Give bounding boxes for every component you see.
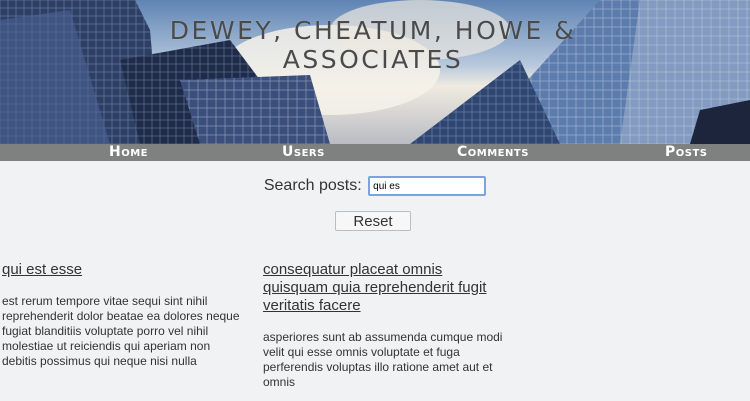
post-title-link[interactable]: qui est esse bbox=[2, 261, 244, 279]
search-row: Search posts: bbox=[0, 176, 750, 196]
post-title-link[interactable]: consequatur placeat omnis quisquam quia … bbox=[263, 261, 505, 315]
nav-posts[interactable]: Posts bbox=[665, 144, 708, 161]
site-title: Dewey, Cheatum, Howe & Associates bbox=[169, 16, 577, 74]
header-banner: Dewey, Cheatum, Howe & Associates bbox=[0, 0, 750, 144]
nav-users[interactable]: Users bbox=[282, 144, 325, 161]
nav-comments[interactable]: Comments bbox=[457, 144, 529, 161]
post-card: qui est esse est rerum tempore vitae seq… bbox=[2, 261, 244, 369]
post-card: consequatur placeat omnis quisquam quia … bbox=[263, 261, 505, 390]
post-body: est rerum tempore vitae sequi sint nihil… bbox=[2, 294, 240, 368]
reset-button[interactable]: Reset bbox=[335, 211, 411, 231]
nav-home[interactable]: Home bbox=[109, 144, 148, 161]
post-body: asperiores sunt ab assumenda cumque modi… bbox=[263, 330, 503, 389]
search-label: Search posts: bbox=[263, 177, 362, 194]
main-nav: Home Users Comments Posts bbox=[0, 144, 750, 161]
search-input[interactable] bbox=[368, 176, 487, 196]
